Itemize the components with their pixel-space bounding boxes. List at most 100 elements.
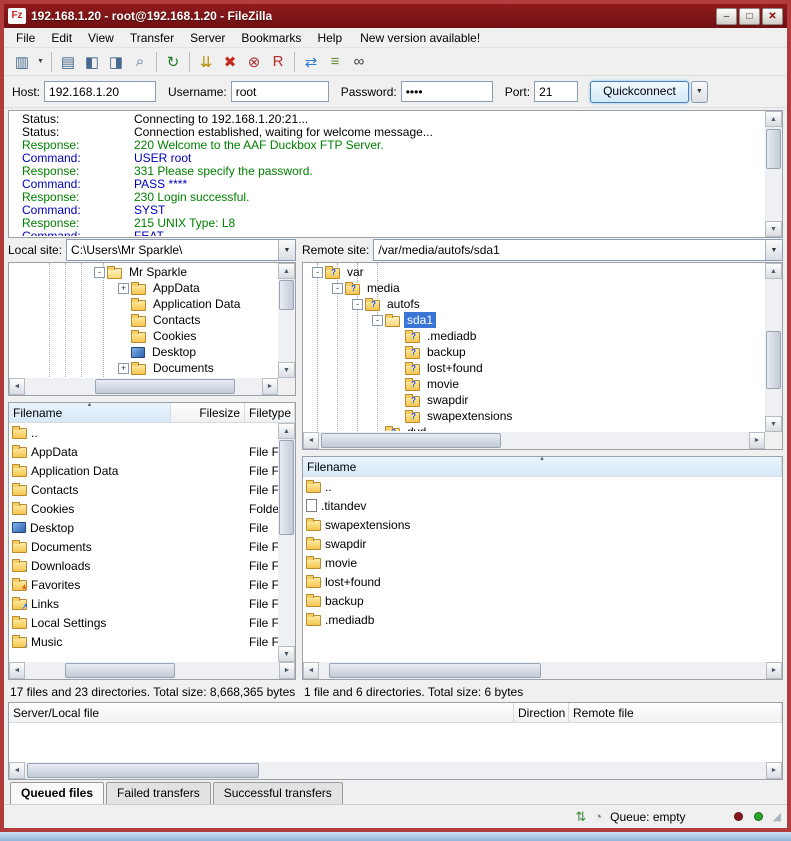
menu-file[interactable]: File: [8, 29, 43, 47]
scrollbar-track[interactable]: [765, 127, 782, 221]
scroll-right-button[interactable]: ►: [749, 432, 765, 449]
scrollbar-track[interactable]: [278, 279, 295, 362]
cancel-button[interactable]: ✖: [218, 50, 242, 74]
scrollbar-thumb[interactable]: [27, 763, 259, 778]
expander-plus-icon[interactable]: +: [118, 283, 129, 294]
remote-list-hscrollbar[interactable]: ◄►: [303, 662, 782, 679]
column-header-server-local-file[interactable]: Server/Local file: [9, 703, 514, 722]
local-list-hscrollbar[interactable]: ◄►: [9, 662, 295, 679]
file-row-favorites[interactable]: ★FavoritesFile Folder: [9, 575, 278, 594]
file-row-application-data[interactable]: Application DataFile Folder: [9, 461, 278, 480]
scrollbar-track[interactable]: [25, 762, 766, 779]
scrollbar-track[interactable]: [25, 662, 279, 679]
tree-item-swapdir[interactable]: ?swapdir: [304, 392, 764, 408]
toggle-remote-tree-button[interactable]: ◨: [104, 50, 128, 74]
quickconnect-button[interactable]: Quickconnect: [590, 81, 689, 103]
file-row-contacts[interactable]: ContactsFile Folder: [9, 480, 278, 499]
remote-site-combobox[interactable]: /var/media/autofs/sda1 ▼: [373, 239, 783, 261]
toggle-message-log-button[interactable]: ▤: [56, 50, 80, 74]
scroll-right-button[interactable]: ►: [766, 762, 782, 779]
scroll-down-button[interactable]: ▼: [765, 221, 782, 237]
speed-limits-icon[interactable]: ◔: [594, 809, 602, 824]
tree-item-dvd[interactable]: ?dvd: [304, 424, 764, 431]
remote-site-dropdown-icon[interactable]: ▼: [765, 240, 782, 260]
local-site-combobox[interactable]: C:\Users\Mr Sparkle\ ▼: [66, 239, 296, 261]
expander-minus-icon[interactable]: -: [312, 267, 323, 278]
tree-item-downloads[interactable]: +↓Downloads: [10, 376, 277, 377]
tree-item-documents[interactable]: +Documents: [10, 360, 277, 376]
maximize-button[interactable]: □: [739, 8, 760, 25]
tab-queued-files[interactable]: Queued files: [10, 782, 104, 804]
scrollbar-thumb[interactable]: [321, 433, 501, 448]
tab-successful-transfers[interactable]: Successful transfers: [213, 782, 343, 804]
tree-item-media[interactable]: -?media: [304, 280, 764, 296]
scrollbar-thumb[interactable]: [766, 331, 781, 389]
close-button[interactable]: ✕: [762, 8, 783, 25]
scroll-left-button[interactable]: ◄: [9, 762, 25, 779]
host-input[interactable]: [44, 81, 156, 102]
file-row-swapextensions[interactable]: swapextensions: [303, 515, 782, 534]
file-row-lost-found[interactable]: lost+found: [303, 572, 782, 591]
expander-minus-icon[interactable]: -: [332, 283, 343, 294]
scrollbar-track[interactable]: [765, 279, 782, 416]
scrollbar-track[interactable]: [319, 432, 749, 449]
tree-item-mr-sparkle[interactable]: -Mr Sparkle: [10, 264, 277, 280]
tree-item-application-data[interactable]: Application Data: [10, 296, 277, 312]
tree-item-mediadb[interactable]: ?.mediadb: [304, 328, 764, 344]
scroll-up-button[interactable]: ▲: [765, 111, 782, 127]
toggle-local-tree-button[interactable]: ◧: [80, 50, 104, 74]
tab-failed-transfers[interactable]: Failed transfers: [106, 782, 211, 804]
file-row-item[interactable]: ..: [9, 423, 278, 442]
menu-server[interactable]: Server: [182, 29, 233, 47]
scroll-right-button[interactable]: ►: [279, 662, 295, 679]
local-tree-hscrollbar[interactable]: ◄►: [9, 378, 278, 395]
expander-minus-icon[interactable]: -: [352, 299, 363, 310]
menu-view[interactable]: View: [80, 29, 122, 47]
scrollbar-thumb[interactable]: [279, 440, 294, 535]
reconnect-button[interactable]: R: [266, 50, 290, 74]
expander-minus-icon[interactable]: -: [94, 267, 105, 278]
queue-hscrollbar[interactable]: ◄►: [9, 762, 782, 779]
local-site-dropdown-icon[interactable]: ▼: [278, 240, 295, 260]
tree-item-movie[interactable]: ?movie: [304, 376, 764, 392]
scrollbar-thumb[interactable]: [766, 129, 781, 169]
scroll-up-button[interactable]: ▲: [278, 423, 295, 439]
column-header-filename[interactable]: Filename▲: [9, 403, 171, 422]
resize-grip[interactable]: ◢: [773, 810, 781, 823]
column-header-direction[interactable]: Direction: [514, 703, 569, 722]
column-header-filesize[interactable]: Filesize: [171, 403, 245, 422]
scrollbar-thumb[interactable]: [279, 280, 294, 310]
file-row-music[interactable]: ♪MusicFile Folder: [9, 632, 278, 651]
menu-transfer[interactable]: Transfer: [122, 29, 182, 47]
scroll-right-button[interactable]: ►: [262, 378, 278, 395]
scroll-left-button[interactable]: ◄: [9, 662, 25, 679]
site-manager-button[interactable]: ▥: [10, 50, 34, 74]
quickconnect-dropdown-button[interactable]: ▼: [691, 81, 708, 103]
scroll-down-button[interactable]: ▼: [278, 362, 295, 378]
file-row-mediadb[interactable]: .mediadb: [303, 610, 782, 629]
column-header-remote-file[interactable]: Remote file: [569, 703, 782, 722]
scrollbar-thumb[interactable]: [65, 663, 175, 678]
menu-new-version-notice[interactable]: New version available!: [352, 29, 488, 47]
disconnect-button[interactable]: ⊗: [242, 50, 266, 74]
scrollbar-thumb[interactable]: [329, 663, 541, 678]
local-list-vscrollbar[interactable]: ▲▼: [278, 423, 295, 662]
process-queue-button[interactable]: ⇊: [194, 50, 218, 74]
column-header-filetype[interactable]: Filetype: [245, 403, 295, 422]
tree-item-backup[interactable]: ?backup: [304, 344, 764, 360]
sync-transfer-icon[interactable]: ⇅: [575, 809, 586, 824]
minimize-button[interactable]: –: [716, 8, 737, 25]
expander-minus-icon[interactable]: -: [372, 315, 383, 326]
tree-item-cookies[interactable]: Cookies: [10, 328, 277, 344]
scroll-down-button[interactable]: ▼: [765, 416, 782, 432]
file-row-item[interactable]: ..: [303, 477, 782, 496]
scrollbar-track[interactable]: [278, 439, 295, 646]
scroll-left-button[interactable]: ◄: [303, 662, 319, 679]
menu-edit[interactable]: Edit: [43, 29, 80, 47]
username-input[interactable]: [231, 81, 329, 102]
scroll-up-button[interactable]: ▲: [765, 263, 782, 279]
directory-comparison-button[interactable]: ≡: [323, 50, 347, 74]
tree-item-appdata[interactable]: +AppData: [10, 280, 277, 296]
file-row-local-settings[interactable]: Local SettingsFile Folder: [9, 613, 278, 632]
file-row-links[interactable]: ↗LinksFile Folder: [9, 594, 278, 613]
